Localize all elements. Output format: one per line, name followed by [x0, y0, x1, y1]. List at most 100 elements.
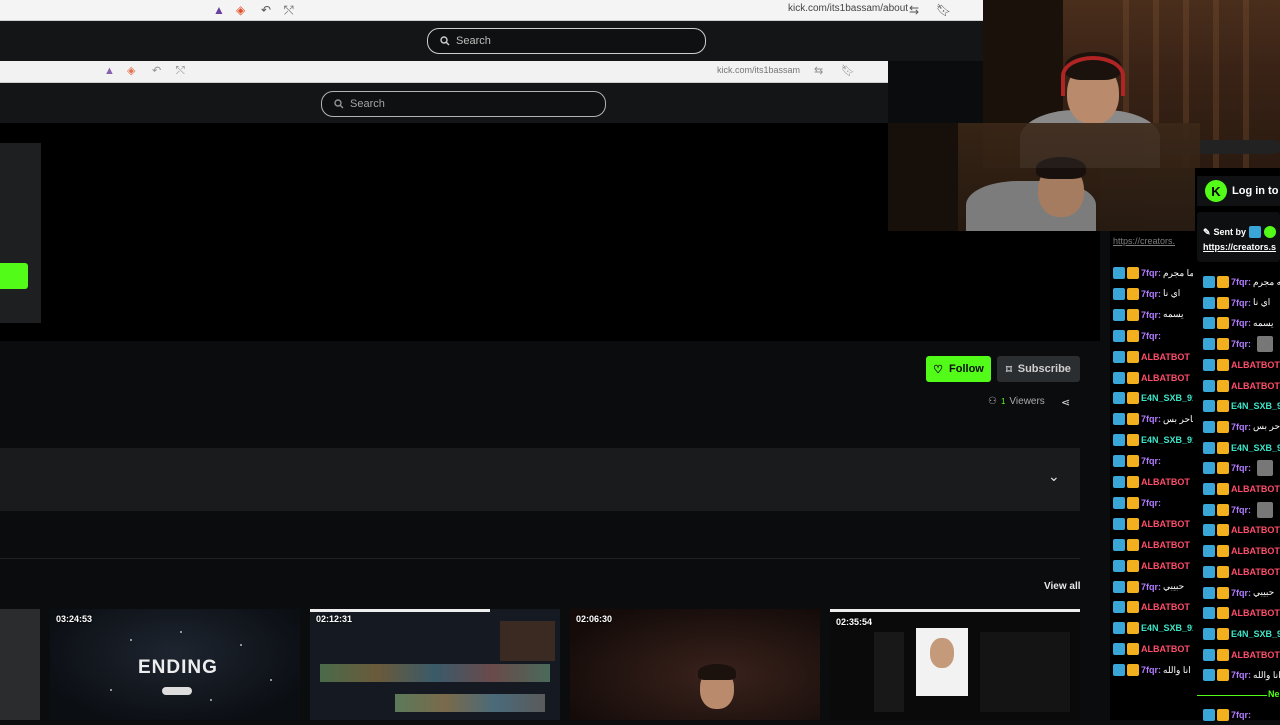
verified-icon — [1264, 226, 1277, 238]
badge-icon — [1249, 226, 1262, 238]
badge-icon — [1203, 441, 1215, 454]
extension-icon[interactable]: ⤲ — [284, 2, 294, 18]
chat-username[interactable]: E4N_SXB_911: — [1231, 401, 1280, 411]
chat-message: 7fqr: يسمه — [1113, 305, 1193, 325]
crown-badge-icon — [1217, 379, 1229, 392]
bookmark-icon[interactable]: 🔖︎ — [936, 2, 951, 18]
chat-username[interactable]: ALBATBOT — [1141, 477, 1190, 487]
section-divider — [0, 558, 1080, 559]
chat-username[interactable]: 7fqr: — [1231, 505, 1251, 515]
chat-username[interactable]: E4N_SXB_911: — [1141, 435, 1193, 445]
chat-username[interactable]: E4N_SXB_911: — [1231, 443, 1280, 453]
crown-badge-icon — [1217, 338, 1229, 351]
chat-username[interactable]: ALBATBOT — [1231, 360, 1280, 370]
chat-message: 7fqr: — [1203, 458, 1280, 478]
chat-username[interactable]: ALBATBOT — [1231, 381, 1280, 391]
video-duration: 02:12:31 — [316, 614, 353, 624]
chat-username[interactable]: 7fqr: — [1231, 318, 1251, 328]
chat-login-bar[interactable]: K Log in to — [1197, 176, 1280, 206]
follow-button[interactable]: ♡ Follow — [926, 356, 991, 382]
chat-username[interactable]: 7fqr: — [1141, 456, 1161, 466]
chat-username[interactable]: ALBATBOT — [1231, 650, 1280, 660]
search-input[interactable]: Search — [427, 28, 706, 54]
chat-username[interactable]: 7fqr: — [1231, 298, 1251, 308]
chat-username[interactable]: E4N_SXB_911: — [1141, 393, 1193, 403]
chat-username[interactable]: 7fqr: — [1141, 268, 1161, 278]
badge-icon — [1113, 287, 1125, 300]
subscribe-button[interactable]: ⌑ Subscribe — [997, 356, 1080, 382]
chat-message: ALBATBOT — [1113, 639, 1193, 659]
chat-username[interactable]: E4N_SXB_911: — [1141, 623, 1193, 633]
chat-username[interactable]: 7fqr: — [1231, 277, 1251, 287]
video-thumbnail[interactable]: 03:24:53 ENDING — [50, 609, 300, 720]
badge-icon — [1113, 643, 1125, 656]
badge-icon — [1203, 317, 1215, 330]
video-thumbnail[interactable] — [0, 609, 40, 720]
video-duration: 03:24:53 — [56, 614, 93, 624]
chat-username[interactable]: 7fqr: — [1141, 498, 1161, 508]
chat-username[interactable]: ALBATBOT — [1141, 602, 1190, 612]
crown-badge-icon — [1217, 483, 1229, 495]
viewers-icon: ⚇ — [988, 396, 997, 407]
chat-message: ALBATBOT — [1203, 479, 1280, 499]
crown-badge-icon — [1127, 434, 1139, 447]
crown-badge-icon — [1217, 420, 1229, 433]
chat-username[interactable]: 7fqr: — [1141, 331, 1161, 341]
chat-message: 7fqr: حبيبي — [1203, 583, 1280, 603]
brave-triangle-icon: ▲ — [104, 65, 115, 77]
video-thumbnail[interactable]: 02:06:30 — [570, 609, 820, 720]
chat-username[interactable]: 7fqr: — [1141, 665, 1161, 675]
crown-badge-icon — [1217, 669, 1229, 682]
badge-icon — [1113, 622, 1125, 635]
chat-username[interactable]: 7fqr: — [1141, 310, 1161, 320]
chat-username[interactable]: ALBATBOT — [1231, 546, 1280, 556]
chat-username[interactable]: ALBATBOT — [1141, 561, 1190, 571]
chat-username[interactable]: 7fqr: — [1231, 422, 1251, 432]
chevron-down-icon[interactable]: ⌄ — [1048, 468, 1060, 485]
chat-username[interactable]: 7fqr: — [1141, 582, 1161, 592]
chat-username[interactable]: ALBATBOT — [1141, 540, 1190, 550]
back-icon[interactable]: ↶ — [261, 2, 271, 18]
crown-badge-icon — [1217, 462, 1229, 475]
view-all-link[interactable]: View all — [1044, 581, 1081, 592]
video-thumbnail[interactable]: 02:12:31 — [310, 609, 560, 720]
chat-text: حبيبي — [1163, 581, 1185, 591]
brave-lion-icon[interactable]: ◈ — [236, 2, 245, 18]
pinned-message[interactable]: ✎ Sent by https://creators.s — [1197, 212, 1280, 262]
chat-username[interactable]: E4N_SXB_911: — [1231, 629, 1280, 639]
chat-username[interactable]: ALBATBOT — [1141, 519, 1190, 529]
chat-username[interactable]: ALBATBOT — [1141, 373, 1190, 383]
crown-badge-icon — [1127, 476, 1139, 488]
chat-username[interactable]: 7fqr: — [1141, 289, 1161, 299]
badge-icon — [1203, 358, 1215, 371]
chat-username[interactable]: ALBATBOT — [1231, 608, 1280, 618]
chat-username[interactable]: 7fqr: — [1231, 339, 1251, 349]
crown-badge-icon — [1127, 601, 1139, 614]
chat-username[interactable]: ALBATBOT — [1231, 525, 1280, 535]
thumbnail-title: ENDING — [138, 657, 218, 678]
chat-username[interactable]: ALBATBOT — [1141, 644, 1190, 654]
badge-icon — [1203, 483, 1215, 495]
share-icon[interactable]: ⋖ — [1061, 396, 1070, 409]
chat-username[interactable]: 7fqr: — [1231, 710, 1251, 720]
chat-username[interactable]: 7fqr: — [1141, 414, 1161, 424]
badge-icon — [1113, 329, 1125, 342]
chat-username[interactable]: 7fqr: — [1231, 588, 1251, 598]
green-action-button[interactable] — [0, 263, 28, 289]
chat-text: انا والله — [1253, 669, 1280, 680]
chat-message: 7fqr:يه مجرم — [1203, 272, 1280, 292]
share-page-icon[interactable]: ⇆ — [909, 2, 919, 18]
brave-triangle-icon[interactable]: ▲ — [213, 2, 225, 18]
search-icon — [334, 99, 344, 109]
chat-username[interactable]: ALBATBOT — [1231, 567, 1280, 577]
address-bar[interactable]: kick.com/its1bassam/about — [788, 3, 908, 14]
video-thumbnail[interactable]: 02:35:54 — [830, 609, 1080, 720]
chat-username[interactable]: ALBATBOT — [1141, 352, 1190, 362]
pinned-link[interactable]: https://creators.s — [1203, 242, 1280, 252]
chat-username[interactable]: 7fqr: — [1231, 463, 1251, 473]
chat-message: E4N_SXB_911: — [1203, 396, 1280, 416]
about-panel[interactable] — [0, 448, 1080, 511]
chat-username[interactable]: ALBATBOT — [1231, 484, 1280, 494]
chat-username[interactable]: 7fqr: — [1231, 670, 1251, 680]
chat-text: ساحر بس — [1163, 413, 1193, 424]
